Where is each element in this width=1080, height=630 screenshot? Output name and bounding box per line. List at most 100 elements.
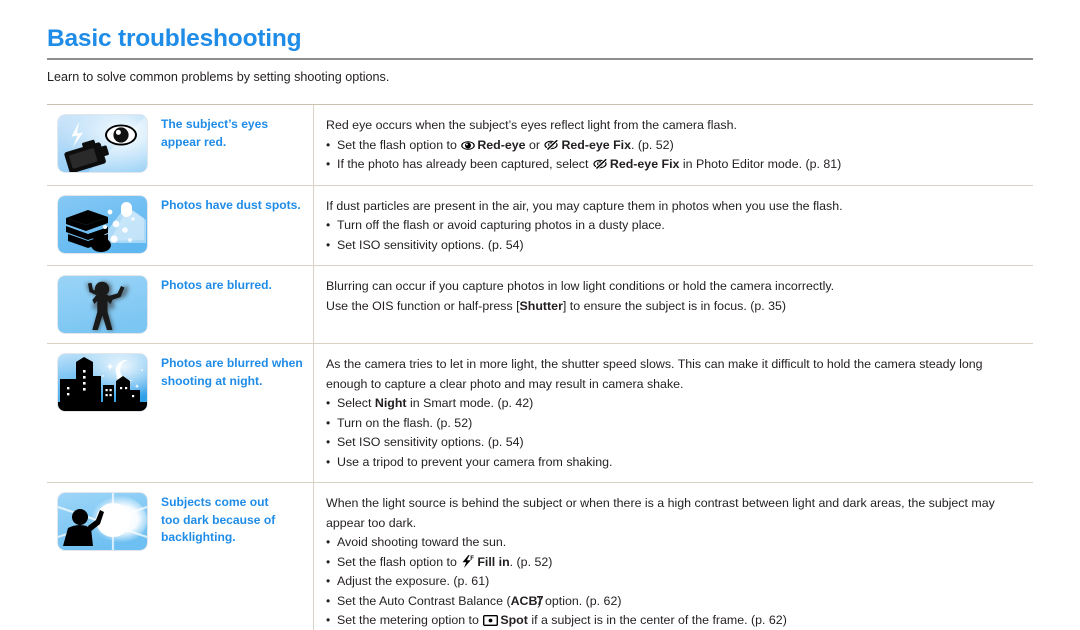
solution-text: Blurring can occur if you capture photos… xyxy=(326,277,1027,297)
bullet-marker: • xyxy=(326,218,331,232)
svg-text:F: F xyxy=(471,556,475,562)
body-text: in Photo Editor mode. (p. 81) xyxy=(679,157,842,171)
thumbnail-cell xyxy=(47,186,151,266)
fill-in-flash-icon: F xyxy=(461,554,475,568)
page-number: 7 xyxy=(536,594,544,608)
body-text: Avoid shooting toward the sun. xyxy=(337,535,507,549)
body-text: Turn off the flash or avoid capturing ph… xyxy=(337,218,665,232)
solution-bullet: • Turn off the flash or avoid capturing p… xyxy=(326,216,1027,236)
dust-spots-thumbnail xyxy=(58,195,147,253)
body-text: Turn on the flash. (p. 52) xyxy=(337,415,473,430)
bullet-marker: • xyxy=(326,435,331,449)
problem-label: backlighting. xyxy=(161,530,236,544)
problem-label: Photos are blurred. xyxy=(161,278,272,292)
table-row: The subject’s eyes appear red. Red eye occ… xyxy=(47,104,1033,185)
problem-label: too dark because of xyxy=(161,512,276,527)
solution-text: Use the OIS function or half-press [Shut… xyxy=(326,297,1027,317)
thumbnail-cell xyxy=(47,344,151,482)
spot-metering-icon xyxy=(483,615,499,626)
page-header: Basic troubleshooting Learn to solve com… xyxy=(47,24,1033,85)
body-text: Set the flash option to xyxy=(337,554,461,569)
solution-text: If dust particles are present in the air… xyxy=(326,197,1027,217)
red-eye-icon xyxy=(461,140,476,151)
bullet-marker: • xyxy=(326,415,331,430)
red-eye-fix-icon xyxy=(544,138,560,151)
emphasis-text: Red-eye xyxy=(477,137,526,152)
body-text: Blurring can occur if you capture photos… xyxy=(326,279,835,293)
solution-text: enough to capture a clear photo and may … xyxy=(326,375,1027,395)
body-text: As the camera tries to let in more light… xyxy=(326,357,983,371)
body-text: if a subject is in the center of the fra… xyxy=(527,613,787,627)
solution-bullet: • Use a tripod to prevent your camera fro… xyxy=(326,453,1027,473)
body-text: appear too dark. xyxy=(326,515,417,530)
problem-label: Photos have dust spots. xyxy=(161,197,301,212)
solution-bullet: • Adjust the exposure. (p. 61) xyxy=(326,572,1027,592)
solution-text: appear too dark. xyxy=(326,514,1027,534)
body-text: When the light source is behind the subj… xyxy=(326,496,995,510)
problem-label: Photos are blurred when xyxy=(161,356,303,370)
body-text: Set the flash option to xyxy=(337,137,461,152)
bullet-marker: • xyxy=(326,137,331,152)
solution-text: When the light source is behind the subj… xyxy=(326,494,1027,514)
emphasis-text: Fill in xyxy=(477,554,510,569)
solution-bullet: • Set ISO sensitivity options. (p. 54) xyxy=(326,433,1027,453)
body-text: enough to capture a clear photo and may … xyxy=(326,376,684,391)
problem-label: shooting at night. xyxy=(161,373,263,388)
table-row: Photos are blurred. Blurring can occur if… xyxy=(47,265,1033,343)
page-subtitle: Learn to solve common problems by settin… xyxy=(47,69,390,84)
body-text: ] to ensure the subject is in focus. (p.… xyxy=(562,298,787,313)
solution-bullet: • Select Night in Smart mode. (p. 42) xyxy=(326,394,1027,414)
body-text: If the photo has already been captured, … xyxy=(337,157,592,171)
problem-label: The subject’s eyes xyxy=(161,117,269,131)
thumbnail-cell xyxy=(47,105,151,185)
solution-bullet: • Set the metering option to Spot if a su… xyxy=(326,611,1027,630)
emphasis-text: Spot xyxy=(500,613,528,627)
body-text: Adjust the exposure. (p. 61) xyxy=(337,574,490,588)
solution-bullet: • Turn on the flash. (p. 52) xyxy=(326,414,1027,434)
problem-label-cell: Photos have dust spots. xyxy=(151,185,314,265)
problem-label-cell: Photos are blurred when shooting at night… xyxy=(151,344,314,482)
troubleshooting-table: The subject’s eyes appear red. Red eye occ… xyxy=(47,104,1033,630)
thumbnail-cell xyxy=(47,266,151,343)
body-text: . (p. 52) xyxy=(631,137,674,152)
blurred-person-thumbnail xyxy=(58,276,147,333)
solution-bullet: • If the photo has already been captured,… xyxy=(326,155,1027,175)
backlighting-thumbnail xyxy=(58,493,147,550)
solution-text: Red eye occurs when the subject’s eyes r… xyxy=(326,116,1027,136)
night-city-thumbnail xyxy=(58,354,147,411)
solution-bullet: • Set the flash option to Red-eye or Red-… xyxy=(326,136,1027,156)
body-text: Set ISO sensitivity options. (p. 54) xyxy=(337,435,524,449)
bullet-marker: • xyxy=(326,554,331,569)
body-text: If dust particles are present in the air… xyxy=(326,198,843,213)
solution-cell: If dust particles are present in the air… xyxy=(314,186,1033,266)
body-text: Select xyxy=(337,396,375,410)
page-footer: 7 xyxy=(0,592,1080,610)
bullet-marker: • xyxy=(326,613,331,627)
body-text: Set the metering option to xyxy=(337,613,483,627)
table-row: Photos are blurred when shooting at night… xyxy=(47,343,1033,482)
emphasis-text: Red-eye Fix xyxy=(609,157,680,171)
problem-label-cell: The subject’s eyes appear red. xyxy=(151,105,314,185)
body-text: or xyxy=(525,137,544,152)
body-text: Set ISO sensitivity options. (p. 54) xyxy=(337,237,524,252)
solution-bullet: • Avoid shooting toward the sun. xyxy=(326,533,1027,553)
body-text: Red eye occurs when the subject’s eyes r… xyxy=(326,118,737,132)
problem-label: appear red. xyxy=(161,134,227,149)
solution-cell: Red eye occurs when the subject’s eyes r… xyxy=(314,105,1033,185)
bullet-marker: • xyxy=(326,396,331,410)
bullet-marker: • xyxy=(326,157,331,171)
solution-text: As the camera tries to let in more light… xyxy=(326,355,1027,375)
bullet-marker: • xyxy=(326,574,331,588)
solution-cell: Blurring can occur if you capture photos… xyxy=(314,266,1033,343)
bullet-marker: • xyxy=(326,535,331,549)
problem-label: Subjects come out xyxy=(161,495,269,509)
body-text: in Smart mode. (p. 42) xyxy=(406,396,534,410)
solution-bullet: • Set ISO sensitivity options. (p. 54) xyxy=(326,236,1027,256)
emphasis-text: Red-eye Fix xyxy=(561,137,631,152)
body-text: Use a tripod to prevent your camera from… xyxy=(337,454,613,469)
camera-flash-red-eye-thumbnail xyxy=(58,115,147,172)
red-eye-fix-icon xyxy=(593,158,608,170)
document-page: Basic troubleshooting Learn to solve com… xyxy=(0,0,1080,630)
emphasis-text: Night xyxy=(374,396,407,410)
page-title: Basic troubleshooting xyxy=(47,25,302,52)
